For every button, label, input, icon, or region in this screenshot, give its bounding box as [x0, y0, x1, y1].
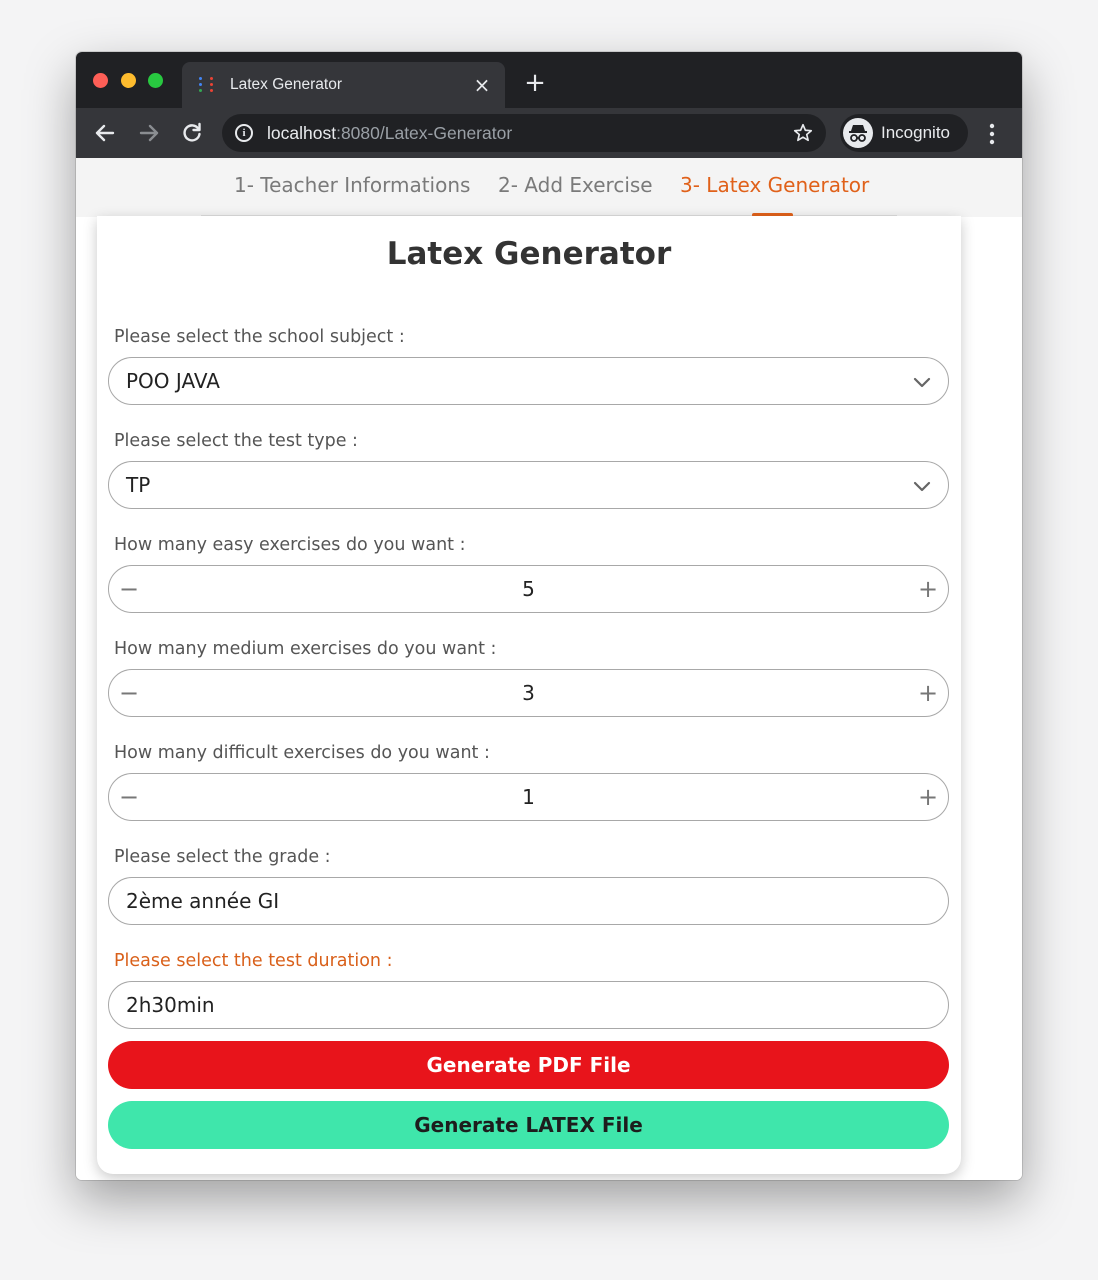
medium-exercises-stepper: − 3 + [108, 669, 949, 717]
chevron-down-icon [913, 481, 931, 492]
site-info-icon[interactable]: i [235, 124, 253, 142]
easy-exercises-input[interactable]: 5 [109, 577, 948, 601]
browser-toolbar: i localhost:8080/Latex-Generator Incogni… [76, 108, 1022, 158]
page-title: Latex Generator [386, 236, 672, 272]
easy-increment-button[interactable]: + [914, 574, 942, 604]
url-path: :8080/Latex-Generator [336, 123, 513, 143]
tab-title: Latex Generator [230, 76, 343, 93]
easy-exercises-label: How many easy exercises do you want : [114, 535, 466, 555]
subject-value: POO JAVA [126, 369, 220, 393]
test-type-select[interactable]: TP [108, 461, 949, 509]
test-type-label: Please select the test type : [114, 431, 358, 451]
address-bar[interactable]: i localhost:8080/Latex-Generator [222, 114, 826, 152]
duration-label: Please select the test duration : [114, 951, 393, 971]
app-favicon-icon [198, 76, 216, 94]
forward-arrow-icon[interactable] [136, 120, 162, 146]
latex-generator-card: Latex Generator Please select the school… [97, 216, 961, 1174]
incognito-icon [843, 118, 873, 148]
browser-window: Latex Generator × + i localhost:8080/Lat… [76, 52, 1022, 1180]
title-bar: Latex Generator × + [76, 52, 1022, 108]
incognito-profile-button[interactable]: Incognito [840, 114, 968, 152]
tab-close-icon[interactable]: × [471, 74, 493, 96]
duration-input[interactable]: 2h30min [108, 981, 949, 1029]
browser-tab[interactable]: Latex Generator × [182, 62, 505, 108]
duration-value: 2h30min [126, 993, 215, 1017]
stepper-nav: 1- Teacher Informations 2- Add Exercise … [76, 158, 1022, 217]
step-add-exercise[interactable]: 2- Add Exercise [498, 172, 653, 198]
difficult-exercises-stepper: − 1 + [108, 773, 949, 821]
difficult-exercises-input[interactable]: 1 [109, 785, 948, 809]
grade-label: Please select the grade : [114, 847, 331, 867]
grade-value: 2ème année GI [126, 889, 280, 913]
more-menu-icon[interactable] [982, 122, 1002, 146]
reload-icon[interactable] [179, 120, 205, 146]
new-tab-button[interactable]: + [522, 70, 548, 96]
medium-exercises-input[interactable]: 3 [109, 681, 948, 705]
generate-pdf-button[interactable]: Generate PDF File [108, 1041, 949, 1089]
back-arrow-icon[interactable] [92, 120, 118, 146]
minimize-window-button[interactable] [121, 73, 136, 88]
easy-exercises-stepper: − 5 + [108, 565, 949, 613]
test-type-value: TP [126, 473, 151, 497]
difficult-increment-button[interactable]: + [914, 782, 942, 812]
step-teacher-informations[interactable]: 1- Teacher Informations [234, 172, 470, 198]
chevron-down-icon [913, 377, 931, 388]
close-window-button[interactable] [93, 73, 108, 88]
grade-input[interactable]: 2ème année GI [108, 877, 949, 925]
maximize-window-button[interactable] [148, 73, 163, 88]
url-text[interactable]: localhost:8080/Latex-Generator [267, 123, 512, 143]
subject-select[interactable]: POO JAVA [108, 357, 949, 405]
step-latex-generator[interactable]: 3- Latex Generator [680, 172, 869, 198]
url-host: localhost [267, 123, 337, 143]
page-viewport: 1- Teacher Informations 2- Add Exercise … [76, 158, 1022, 1180]
incognito-label: Incognito [881, 123, 950, 142]
medium-exercises-label: How many medium exercises do you want : [114, 639, 497, 659]
medium-increment-button[interactable]: + [914, 678, 942, 708]
difficult-exercises-label: How many difficult exercises do you want… [114, 743, 490, 763]
bookmark-star-icon[interactable] [792, 122, 814, 144]
generate-latex-button[interactable]: Generate LATEX File [108, 1101, 949, 1149]
subject-label: Please select the school subject : [114, 327, 405, 347]
